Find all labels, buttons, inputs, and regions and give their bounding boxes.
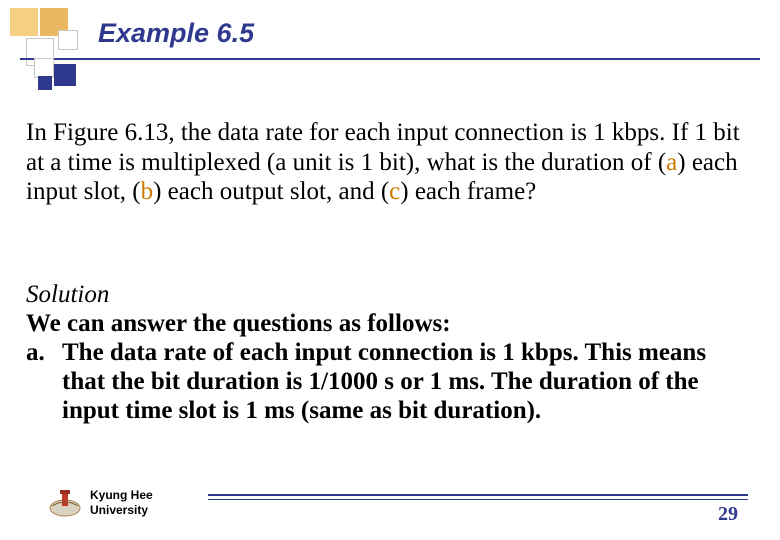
item-marker: a.: [26, 338, 62, 425]
highlight-c: c: [389, 178, 400, 205]
slide-title: Example 6.5: [98, 18, 254, 49]
page-number: 29: [718, 503, 738, 526]
header-decoration: [10, 8, 88, 64]
solution-heading: Solution: [26, 280, 754, 309]
slide-header: Example 6.5: [0, 0, 780, 72]
solution-intro: We can answer the questions as follows:: [26, 309, 754, 338]
item-body: The data rate of each input connection i…: [62, 338, 754, 425]
highlight-b: b: [141, 178, 154, 205]
question-text: In Figure 6.13, the data rate for each i…: [26, 118, 754, 207]
question-part: ) each output slot, and (: [153, 178, 389, 205]
title-divider: [20, 58, 760, 60]
header-decoration-lower: [24, 64, 84, 94]
university-name: Kyung Hee University: [90, 488, 153, 518]
university-logo-icon: [48, 488, 82, 518]
question-part: In Figure 6.13, the data rate for each i…: [26, 119, 740, 176]
solution-item-a: a. The data rate of each input connectio…: [26, 338, 754, 425]
slide-footer: Kyung Hee University 29: [48, 486, 760, 526]
solution-block: Solution We can answer the questions as …: [26, 280, 754, 425]
question-part: ) each frame?: [400, 178, 536, 205]
footer-divider: [208, 494, 748, 500]
university-line1: Kyung Hee: [90, 488, 153, 503]
university-line2: University: [90, 503, 153, 518]
highlight-a: a: [666, 149, 677, 176]
